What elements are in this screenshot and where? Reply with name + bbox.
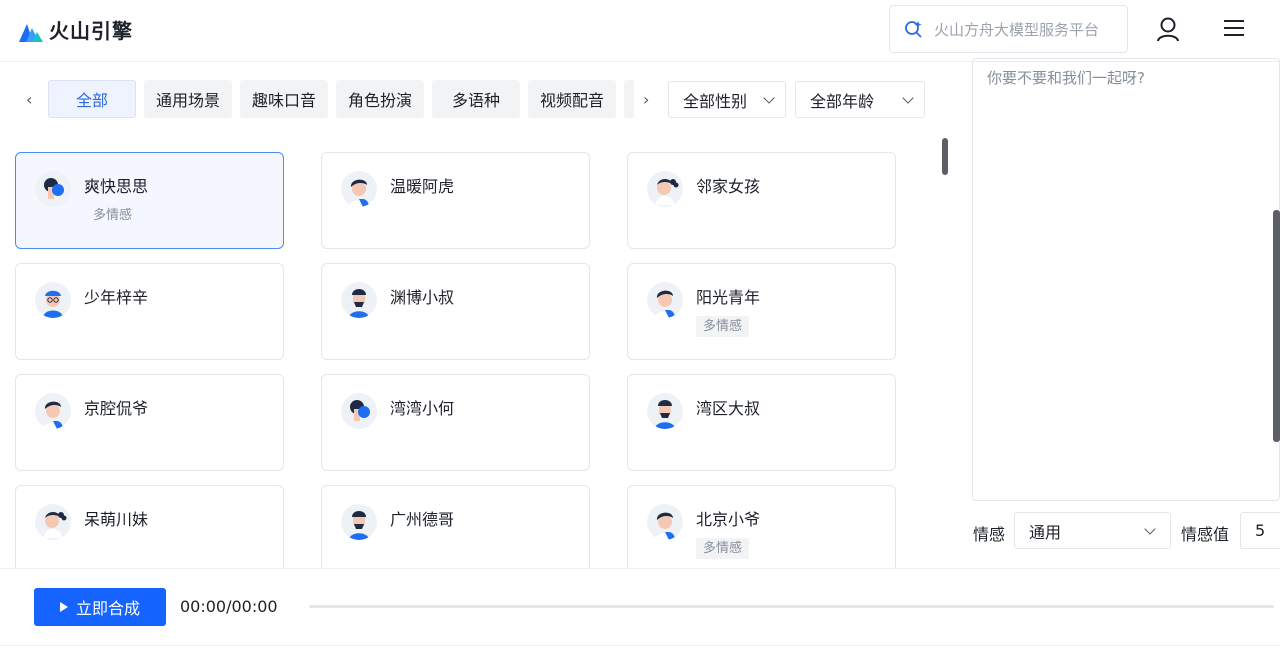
voice-name: 阳光青年: [696, 288, 761, 307]
voice-name: 邻家女孩: [696, 177, 761, 196]
voice-card[interactable]: 呆萌川妹: [15, 485, 284, 568]
voice-card[interactable]: 渊博小叔: [321, 263, 590, 360]
voice-grid: 爽快思思 多情感 温暖阿虎 邻家女孩 少年梓辛 渊博小叔 阳光青年 多情感 京腔侃爷 湾湾小何 湾区…: [0, 140, 960, 568]
voice-tag: 多情感: [696, 538, 750, 559]
tab-category[interactable]: 角色扮演: [336, 80, 424, 118]
brand-logo[interactable]: 火山引擎: [17, 15, 133, 44]
tab-category[interactable]: 趣味口音: [240, 80, 328, 118]
text-editor[interactable]: 你要不要和我们一起呀?: [972, 58, 1280, 501]
voice-card[interactable]: 少年梓辛: [15, 263, 284, 360]
gender-select-value: 全部性别: [683, 91, 748, 111]
voice-name: 呆萌川妹: [84, 510, 149, 529]
voice-name: 少年梓辛: [84, 288, 149, 307]
voice-card[interactable]: 温暖阿虎: [321, 152, 590, 249]
voice-tag: 多情感: [696, 316, 750, 337]
voice-name: 北京小爷: [696, 510, 761, 529]
tab-category[interactable]: 通用场景: [144, 80, 232, 118]
voice-name: 湾湾小何: [390, 399, 455, 418]
voice-avatar: [35, 282, 71, 318]
chevron-down-icon: [902, 91, 914, 104]
age-select[interactable]: 全部年龄: [795, 81, 925, 118]
gender-select[interactable]: 全部性别: [668, 81, 786, 118]
emotion-strength-input[interactable]: 5: [1240, 512, 1280, 549]
voice-card[interactable]: 邻家女孩: [627, 152, 896, 249]
category-tabs: 全部通用场景趣味口音角色扮演多语种视频配音有声阅读: [48, 80, 634, 118]
tab-category[interactable]: 全部: [48, 80, 136, 118]
voice-name: 广州德哥: [390, 510, 455, 529]
tab-category[interactable]: 有声阅读: [624, 80, 634, 118]
play-icon: [59, 602, 68, 612]
voice-name: 温暖阿虎: [390, 177, 455, 196]
emotion-strength-label: 情感值: [1181, 525, 1230, 544]
voice-avatar: [35, 171, 71, 207]
tab-category[interactable]: 多语种: [432, 80, 520, 118]
emotion-select[interactable]: 通用: [1014, 512, 1171, 549]
playback-progress[interactable]: [309, 605, 1274, 608]
emotion-select-value: 通用: [1029, 522, 1062, 542]
playback-time: 00:00/00:00: [180, 597, 278, 616]
voice-avatar: [341, 393, 377, 429]
chevron-down-icon: [1144, 522, 1156, 535]
tabs-next-icon[interactable]: ›: [643, 90, 649, 109]
voice-avatar: [341, 282, 377, 318]
search-input[interactable]: 火山方舟大模型服务平台: [889, 5, 1128, 53]
voice-name: 爽快思思: [84, 177, 149, 196]
top-header: 火山引擎 火山方舟大模型服务平台: [0, 0, 1280, 62]
player-bar: 立即合成 00:00/00:00: [0, 568, 1280, 646]
footer-divider: [0, 645, 1280, 646]
voice-card[interactable]: 阳光青年 多情感: [627, 263, 896, 360]
age-select-value: 全部年龄: [810, 91, 875, 111]
menu-icon[interactable]: [1224, 19, 1244, 37]
voice-avatar: [35, 504, 71, 540]
emotion-strength-value: 5: [1255, 521, 1266, 540]
synthesize-button[interactable]: 立即合成: [34, 588, 166, 626]
page-scrollbar[interactable]: [1273, 210, 1280, 442]
tabs-prev-icon[interactable]: ‹: [26, 90, 32, 109]
voice-list-scrollbar[interactable]: [942, 138, 948, 175]
voice-avatar: [647, 393, 683, 429]
voice-avatar: [341, 504, 377, 540]
voice-card[interactable]: 广州德哥: [321, 485, 590, 568]
ai-search-icon: [905, 21, 922, 38]
voice-avatar: [647, 504, 683, 540]
chevron-down-icon: [763, 91, 775, 104]
volcano-logo-icon: [19, 23, 43, 42]
user-icon[interactable]: [1156, 17, 1180, 43]
editor-text: 你要不要和我们一起呀?: [987, 69, 1145, 87]
voice-name: 湾区大叔: [696, 399, 761, 418]
voice-name: 渊博小叔: [390, 288, 455, 307]
synthesize-label: 立即合成: [75, 599, 140, 618]
voice-avatar: [35, 393, 71, 429]
voice-card[interactable]: 北京小爷 多情感: [627, 485, 896, 568]
voice-name: 京腔侃爷: [84, 399, 149, 418]
tab-category[interactable]: 视频配音: [528, 80, 616, 118]
voice-avatar: [341, 171, 377, 207]
voice-card[interactable]: 京腔侃爷: [15, 374, 284, 471]
brand-name: 火山引擎: [49, 19, 133, 43]
search-placeholder: 火山方舟大模型服务平台: [934, 20, 1100, 39]
voice-card[interactable]: 湾湾小何: [321, 374, 590, 471]
voice-avatar: [647, 282, 683, 318]
emotion-label: 情感: [973, 525, 1006, 544]
voice-tag: 多情感: [93, 208, 133, 223]
voice-card[interactable]: 湾区大叔: [627, 374, 896, 471]
voice-avatar: [647, 171, 683, 207]
voice-card[interactable]: 爽快思思多情感: [15, 152, 284, 249]
